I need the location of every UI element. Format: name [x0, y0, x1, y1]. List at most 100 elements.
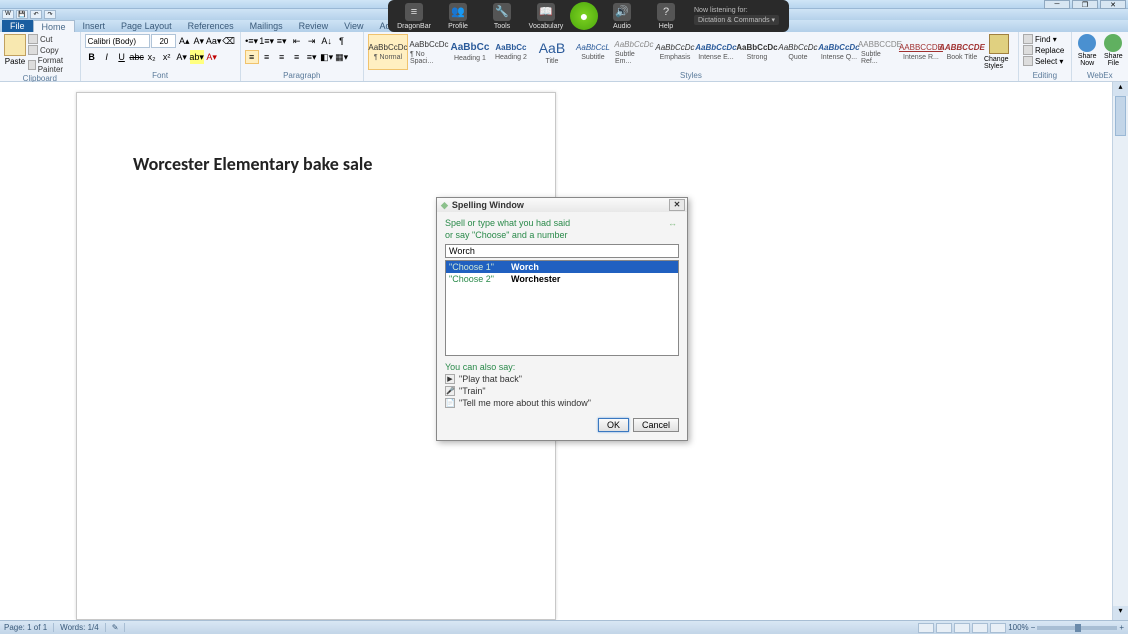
tab-mailings[interactable]: Mailings: [242, 20, 291, 32]
numbering-button[interactable]: 1≡▾: [260, 34, 274, 48]
qat-save[interactable]: 💾: [16, 10, 28, 19]
app-icon[interactable]: W: [2, 10, 14, 19]
dialog-close-button[interactable]: ✕: [669, 199, 685, 211]
suggestion-row[interactable]: "Choose 1"Worch: [446, 261, 678, 273]
decrease-indent[interactable]: ⇤: [290, 34, 304, 48]
dragon-profile[interactable]: 👥Profile: [438, 3, 478, 30]
replace-button[interactable]: Replace: [1023, 45, 1067, 55]
qat-undo[interactable]: ↶: [30, 10, 42, 19]
underline-button[interactable]: U: [115, 50, 129, 64]
dragon-help[interactable]: ?Help: [646, 3, 686, 30]
dragon-mode-dropdown[interactable]: Dictation & Commands ▾: [694, 15, 779, 25]
change-case[interactable]: Aa▾: [207, 34, 221, 48]
qat-redo[interactable]: ↷: [44, 10, 56, 19]
tab-file[interactable]: File: [2, 20, 33, 32]
superscript-button[interactable]: x²: [160, 50, 174, 64]
text-effects-button[interactable]: A▾: [175, 50, 189, 64]
style-emphasis[interactable]: AaBbCcDcEmphasis: [655, 34, 695, 70]
spelling-input[interactable]: [445, 244, 679, 258]
status-page[interactable]: Page: 1 of 1: [4, 623, 54, 632]
align-center[interactable]: ≡: [260, 50, 274, 64]
find-button[interactable]: Find ▾: [1023, 34, 1067, 44]
scroll-up[interactable]: ▴: [1113, 82, 1128, 96]
dragon-audio[interactable]: 🔊Audio: [602, 3, 642, 30]
borders-button[interactable]: ▦▾: [335, 50, 349, 64]
italic-button[interactable]: I: [100, 50, 114, 64]
style-strong[interactable]: AaBbCcDcStrong: [737, 34, 777, 70]
dragon-microphone[interactable]: ●: [570, 2, 598, 30]
style-intense-r---[interactable]: AABBCCDEIntense R...: [901, 34, 941, 70]
dragon-dragonbar[interactable]: ≡DragonBar: [394, 3, 434, 30]
style-heading-2[interactable]: AaBbCcHeading 2: [491, 34, 531, 70]
cut-button[interactable]: Cut: [28, 34, 76, 44]
tab-home[interactable]: Home: [33, 20, 75, 32]
scroll-down[interactable]: ▾: [1113, 606, 1128, 620]
tab-insert[interactable]: Insert: [75, 20, 114, 32]
select-button[interactable]: Select ▾: [1023, 56, 1067, 66]
view-full-screen[interactable]: [936, 623, 952, 633]
paste-button[interactable]: Paste: [4, 34, 26, 74]
zoom-label[interactable]: 100%: [1008, 623, 1028, 632]
line-spacing[interactable]: ≡▾: [305, 50, 319, 64]
status-spell-icon[interactable]: ✎: [112, 623, 126, 632]
view-outline[interactable]: [972, 623, 988, 633]
window-maximize[interactable]: ❐: [1072, 0, 1098, 9]
align-left[interactable]: ≡: [245, 50, 259, 64]
font-color-button[interactable]: A▾: [205, 50, 219, 64]
tab-references[interactable]: References: [180, 20, 242, 32]
webex-share-now[interactable]: Share Now: [1076, 34, 1099, 67]
scroll-thumb[interactable]: [1115, 96, 1126, 136]
dragon-vocabulary[interactable]: 📖Vocabulary: [526, 3, 566, 30]
strikethrough-button[interactable]: abc: [130, 50, 144, 64]
webex-share-file[interactable]: Share File: [1103, 34, 1124, 67]
sort-button[interactable]: A↓: [320, 34, 334, 48]
style-quote[interactable]: AaBbCcDcQuote: [778, 34, 818, 70]
style-title[interactable]: AaBTitle: [532, 34, 572, 70]
clear-format[interactable]: ⌫: [222, 34, 236, 48]
view-print-layout[interactable]: [918, 623, 934, 633]
window-close[interactable]: ✕: [1100, 0, 1126, 9]
tab-view[interactable]: View: [336, 20, 371, 32]
font-name-select[interactable]: Calibri (Body): [85, 34, 151, 48]
copy-button[interactable]: Copy: [28, 45, 76, 55]
style---normal[interactable]: AaBbCcDc¶ Normal: [368, 34, 408, 70]
align-right[interactable]: ≡: [275, 50, 289, 64]
vertical-scrollbar[interactable]: ▴ ▾: [1112, 82, 1128, 620]
zoom-out[interactable]: −: [1031, 623, 1036, 632]
zoom-thumb[interactable]: [1075, 624, 1081, 632]
style-intense-e---[interactable]: AaBbCcDcIntense E...: [696, 34, 736, 70]
status-words[interactable]: Words: 1/4: [60, 623, 106, 632]
change-styles-button[interactable]: Change Styles: [984, 34, 1014, 71]
zoom-slider[interactable]: [1037, 626, 1117, 630]
dialog-titlebar[interactable]: ◆ Spelling Window ✕: [437, 198, 687, 212]
style-subtle-em---[interactable]: AaBbCcDcSubtle Em...: [614, 34, 654, 70]
format-painter-button[interactable]: Format Painter: [28, 56, 76, 74]
suggestion-row[interactable]: "Choose 2"Worchester: [446, 273, 678, 285]
multilevel-button[interactable]: ≡▾: [275, 34, 289, 48]
bold-button[interactable]: B: [85, 50, 99, 64]
dragon-tools[interactable]: 🔧Tools: [482, 3, 522, 30]
justify[interactable]: ≡: [290, 50, 304, 64]
dialog-drag-icon[interactable]: ↔: [668, 218, 677, 230]
tab-page-layout[interactable]: Page Layout: [113, 20, 180, 32]
window-minimize[interactable]: ─: [1044, 0, 1070, 9]
style---no-spaci---[interactable]: AaBbCcDc¶ No Spaci...: [409, 34, 449, 70]
shading-button[interactable]: ◧▾: [320, 50, 334, 64]
style-intense-q---[interactable]: AaBbCcDcIntense Q...: [819, 34, 859, 70]
grow-font[interactable]: A▴: [177, 34, 191, 48]
subscript-button[interactable]: x₂: [145, 50, 159, 64]
style-subtle-ref---[interactable]: AABBCCDESubtle Ref...: [860, 34, 900, 70]
view-draft[interactable]: [990, 623, 1006, 633]
tab-review[interactable]: Review: [291, 20, 337, 32]
increase-indent[interactable]: ⇥: [305, 34, 319, 48]
ok-button[interactable]: OK: [598, 418, 629, 432]
shrink-font[interactable]: A▾: [192, 34, 206, 48]
document-heading-text[interactable]: Worcester Elementary bake sale: [133, 153, 499, 175]
style-heading-1[interactable]: AaBbCcHeading 1: [450, 34, 490, 70]
font-size-select[interactable]: 20: [151, 34, 176, 48]
show-marks-button[interactable]: ¶: [335, 34, 349, 48]
cancel-button[interactable]: Cancel: [633, 418, 679, 432]
style-subtitle[interactable]: AaBbCcLSubtitle: [573, 34, 613, 70]
bullets-button[interactable]: •≡▾: [245, 34, 259, 48]
style-book-title[interactable]: AABBCCDEBook Title: [942, 34, 982, 70]
